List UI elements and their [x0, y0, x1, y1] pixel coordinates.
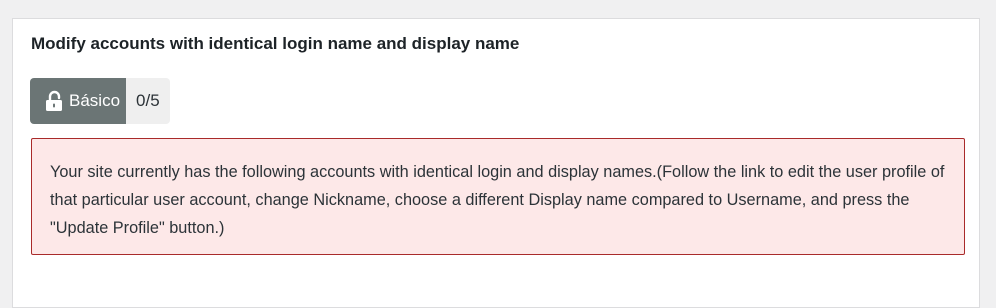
error-notice: Your site currently has the following ac…	[31, 138, 965, 255]
notice-text: Your site currently has the following ac…	[50, 163, 945, 237]
content-panel: Modify accounts with identical login nam…	[12, 18, 980, 308]
level-count: 0/5	[126, 78, 170, 124]
panel-title: Modify accounts with identical login nam…	[31, 34, 520, 53]
level-badge: Básico	[30, 78, 127, 124]
unlocked-padlock-icon	[44, 90, 64, 112]
level-label: Básico	[69, 91, 121, 110]
level-indicator: Básico 0/5	[30, 78, 170, 124]
